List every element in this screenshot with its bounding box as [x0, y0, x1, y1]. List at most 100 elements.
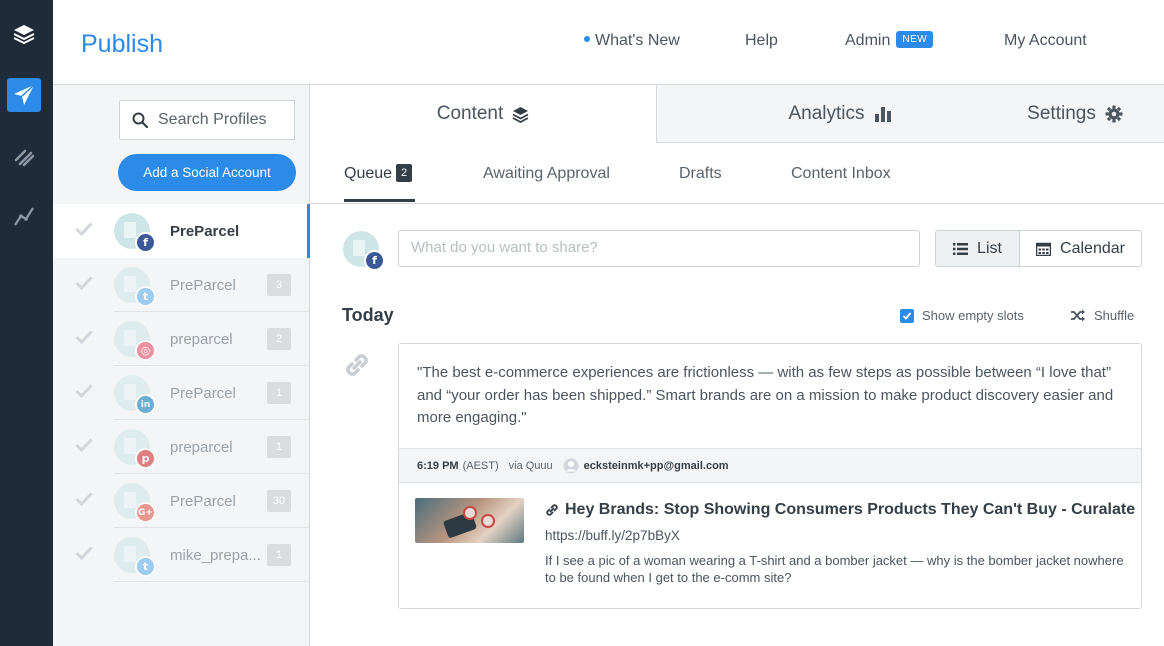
top-header: Publish What's New Help Admin NEW My Acco…	[53, 0, 1164, 85]
whats-new-link[interactable]: What's New	[584, 32, 680, 50]
search-profiles-input[interactable]: Search Profiles	[119, 100, 295, 140]
profile-item[interactable]: f PreParcel	[53, 204, 310, 258]
profile-queue-count: 3	[267, 274, 291, 296]
add-social-account-button[interactable]: Add a Social Account	[118, 154, 296, 191]
profile-name: PreParcel	[170, 277, 236, 294]
new-indicator-dot	[584, 35, 590, 42]
tab-analytics[interactable]: Analytics	[765, 85, 915, 143]
profile-item[interactable]: in PreParcel 1	[53, 366, 310, 420]
gear-icon	[1105, 105, 1123, 123]
subtab-awaiting-approval[interactable]: Awaiting Approval	[483, 165, 610, 183]
analyze-icon[interactable]	[7, 199, 41, 233]
whats-new-label: What's New	[595, 32, 680, 49]
bar-chart-icon	[874, 106, 892, 122]
checkbox-checked-icon	[900, 308, 914, 323]
avatar: G+	[114, 483, 156, 523]
avatar: t	[114, 267, 156, 307]
check-icon[interactable]	[75, 492, 93, 511]
check-icon[interactable]	[75, 438, 93, 457]
list-icon	[953, 242, 969, 255]
profile-name: PreParcel	[170, 493, 236, 510]
user-icon	[563, 458, 579, 474]
post-via: via Quuu	[508, 459, 553, 472]
linkedin-icon: in	[135, 394, 156, 415]
tab-settings[interactable]: Settings	[1010, 85, 1140, 143]
google-plus-icon: G+	[135, 502, 156, 523]
main-tabs: Content Analytics Settings	[310, 85, 1164, 143]
link-title[interactable]: Hey Brands: Stop Showing Consumers Produ…	[545, 501, 1135, 519]
layers-icon	[512, 106, 529, 123]
day-heading: Today	[342, 305, 394, 325]
divider	[114, 581, 310, 582]
avatar: f	[114, 213, 156, 253]
shuffle-button[interactable]: Shuffle	[1070, 308, 1134, 323]
calendar-view-label: Calendar	[1060, 239, 1125, 257]
profile-item[interactable]: t PreParcel 3	[53, 258, 310, 312]
buffer-logo-icon[interactable]	[7, 17, 41, 51]
main-content: Content Analytics Settings Queue 2 Awaiti…	[310, 85, 1164, 646]
profile-queue-count: 1	[267, 382, 291, 404]
app-title: Publish	[81, 30, 163, 58]
search-placeholder: Search Profiles	[158, 111, 267, 128]
subtab-content-inbox[interactable]: Content Inbox	[791, 165, 891, 183]
twitter-icon: t	[135, 286, 156, 307]
publish-icon[interactable]	[7, 78, 41, 112]
check-icon[interactable]	[75, 222, 93, 241]
my-account-link[interactable]: My Account	[1004, 32, 1087, 50]
link-title-text: Hey Brands: Stop Showing Consumers Produ…	[565, 501, 1136, 518]
check-icon[interactable]	[75, 384, 93, 403]
share-composer-input[interactable]: What do you want to share?	[398, 230, 920, 267]
shuffle-icon	[1070, 309, 1086, 322]
avatar: in	[114, 375, 156, 415]
admin-link[interactable]: Admin NEW	[845, 31, 934, 50]
profile-queue-count: 2	[267, 328, 291, 350]
check-icon[interactable]	[75, 276, 93, 295]
profile-queue-count: 30	[267, 490, 291, 512]
help-link[interactable]: Help	[745, 32, 778, 50]
facebook-icon: f	[135, 232, 156, 253]
profile-item[interactable]: ◎ preparcel 2	[53, 312, 310, 366]
check-icon[interactable]	[75, 546, 93, 565]
subtab-queue-label: Queue	[344, 165, 393, 183]
queued-post-card[interactable]: "The best e-commerce experiences are fri…	[398, 343, 1142, 609]
avatar: f	[343, 231, 385, 271]
tab-content[interactable]: Content	[310, 85, 656, 143]
admin-label: Admin	[845, 32, 891, 49]
link-icon	[545, 503, 559, 517]
profile-name: preparcel	[170, 439, 233, 456]
profile-item[interactable]: t mike_prepa... 1	[53, 528, 310, 582]
profile-item[interactable]: G+ PreParcel 30	[53, 474, 310, 528]
shuffle-label: Shuffle	[1094, 308, 1135, 323]
reply-icon[interactable]	[7, 140, 41, 174]
subtab-drafts[interactable]: Drafts	[679, 165, 722, 183]
check-icon[interactable]	[75, 330, 93, 349]
profile-sidebar: Search Profiles Add a Social Account f Pr…	[53, 85, 310, 646]
profile-name: PreParcel	[170, 223, 240, 240]
avatar: ◎	[114, 321, 156, 361]
profile-item[interactable]: p preparcel 1	[53, 420, 310, 474]
twitter-icon: t	[135, 556, 156, 577]
new-badge: NEW	[896, 31, 934, 49]
profile-queue-count: 1	[267, 436, 291, 458]
post-timezone: (AEST)	[462, 459, 499, 472]
tab-settings-label: Settings	[1027, 103, 1096, 124]
subtab-queue[interactable]: Queue 2	[344, 164, 413, 183]
facebook-icon: f	[364, 250, 385, 271]
queue-subtabs: Queue 2 Awaiting Approval Drafts Content …	[310, 143, 1164, 204]
post-meta-bar: 6:19 PM (AEST) via Quuu ecksteinmk+pp@gm…	[399, 448, 1141, 483]
show-empty-slots-checkbox[interactable]: Show empty slots	[900, 308, 1024, 323]
calendar-view-button[interactable]: Calendar	[1020, 231, 1141, 266]
show-empty-slots-label: Show empty slots	[922, 308, 1024, 323]
link-type-icon	[341, 349, 373, 386]
profile-name: preparcel	[170, 331, 233, 348]
list-view-button[interactable]: List	[936, 231, 1020, 266]
pinterest-icon: p	[135, 448, 156, 469]
instagram-icon: ◎	[135, 340, 156, 361]
tab-content-label: Content	[436, 103, 504, 124]
post-text: "The best e-commerce experiences are fri…	[417, 364, 1114, 426]
link-description: If I see a pic of a woman wearing a T-sh…	[545, 553, 1124, 585]
search-icon	[132, 112, 148, 128]
link-url[interactable]: https://buff.ly/2p7bByX	[545, 528, 680, 543]
link-thumbnail	[415, 498, 524, 543]
profile-name: PreParcel	[170, 385, 236, 402]
